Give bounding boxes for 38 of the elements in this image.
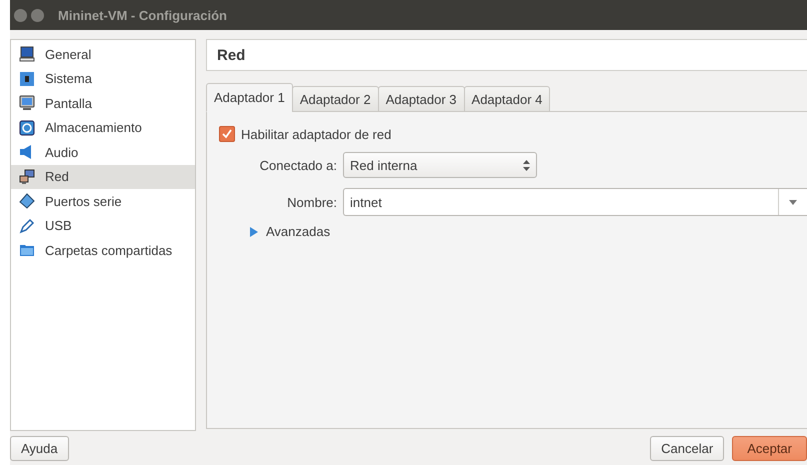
chip-icon <box>19 70 35 87</box>
field-label: Conectado a: <box>258 158 337 172</box>
window-title: Mininet-VM - Configuración <box>58 8 227 22</box>
sidebar-item[interactable]: Sistema <box>11 66 195 91</box>
minimize-button[interactable] <box>31 8 44 22</box>
checkbox-label: Habilitar adaptador de red <box>241 126 392 142</box>
storage-icon <box>19 120 35 136</box>
network-icon <box>19 168 35 185</box>
sidebar-item[interactable]: Audio <box>11 140 195 164</box>
tab[interactable]: Adaptador 4 <box>464 86 550 112</box>
section-title: Red <box>206 39 807 71</box>
advanced-expander[interactable]: Avanzadas <box>219 224 807 239</box>
accept-button[interactable]: Aceptar <box>732 436 807 461</box>
name-combo-field[interactable]: intnet <box>343 188 807 216</box>
display-icon <box>19 95 35 112</box>
tab[interactable]: Adaptador 3 <box>378 86 465 112</box>
checkbox[interactable] <box>219 126 235 142</box>
field-label: Nombre: <box>286 194 337 210</box>
attachment-select[interactable]: Red interna <box>343 152 537 178</box>
serial-port-icon <box>19 193 35 210</box>
tab[interactable]: Adaptador 1 <box>206 83 293 112</box>
sidebar-item[interactable]: Carpetas compartidas <box>11 238 195 262</box>
folder-icon <box>19 242 35 258</box>
sidebar-item[interactable]: Almacenamiento <box>11 116 195 140</box>
sidebar-item[interactable]: Puertos serie <box>11 189 195 214</box>
spinner-arrows-icon <box>523 160 530 170</box>
tab[interactable]: Adaptador 2 <box>292 86 379 112</box>
monitor-icon <box>19 46 35 62</box>
close-button[interactable] <box>14 8 27 22</box>
expander-triangle-icon <box>249 226 258 236</box>
cancel-button[interactable]: Cancelar <box>650 436 724 461</box>
sidebar-item[interactable]: General <box>11 42 195 66</box>
help-button[interactable]: Ayuda <box>10 436 69 461</box>
sidebar-item[interactable]: USB <box>11 214 195 238</box>
sidebar-item[interactable]: Red <box>11 164 195 189</box>
usb-icon <box>19 218 35 234</box>
dropdown-arrow-icon <box>789 200 797 204</box>
sidebar-item[interactable]: Pantalla <box>11 91 195 116</box>
